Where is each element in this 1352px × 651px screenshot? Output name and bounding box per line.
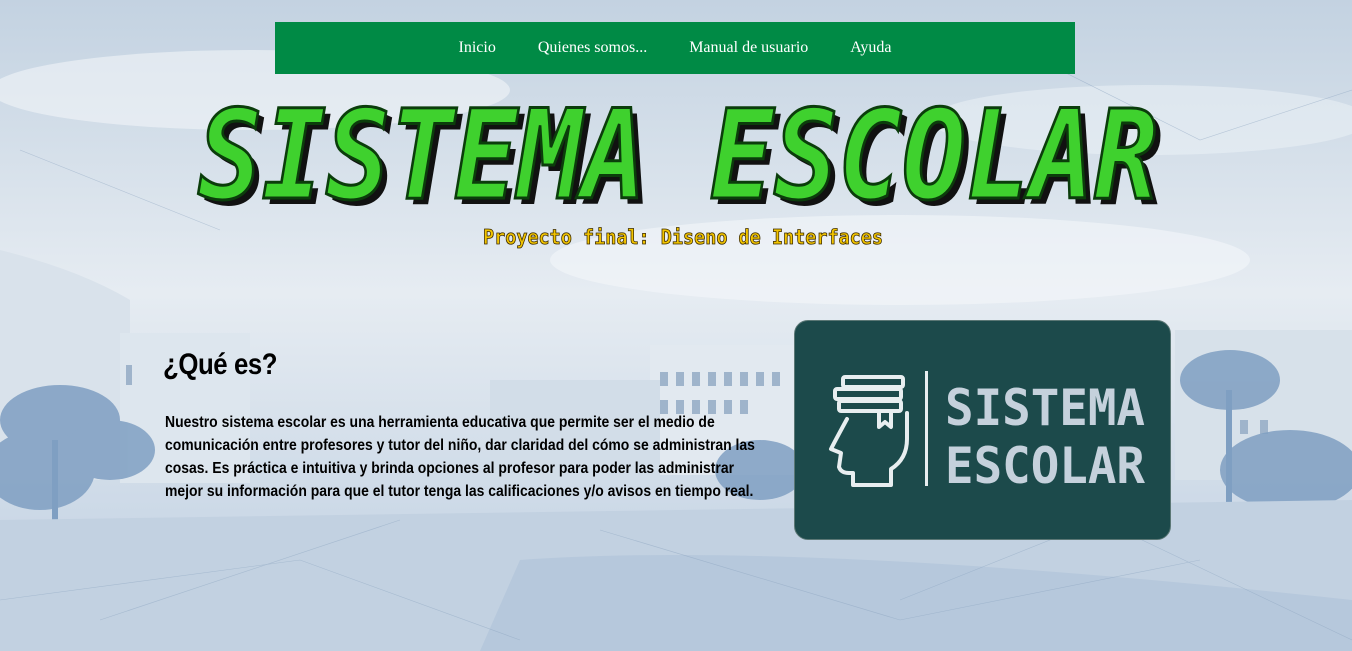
logo-line-1: SISTEMA [945, 379, 1145, 437]
nav-link-ayuda[interactable]: Ayuda [850, 39, 891, 57]
hero-subtitle: Proyecto final: Diseno de Interfaces [483, 225, 884, 250]
about-description: Nuestro sistema escolar es una herramien… [165, 414, 755, 500]
sistema-escolar-logo: SISTEMA ESCOLAR [794, 320, 1171, 540]
hero-title: SISTEMA ESCOLAR SISTEMA ESCOLAR [197, 98, 1165, 218]
hero-subtitle-text: Proyecto final: Diseno de Interfaces [483, 225, 883, 249]
about-heading: ¿Qué es? [163, 348, 278, 381]
nav-link-inicio[interactable]: Inicio [459, 39, 496, 57]
logo-line-2: ESCOLAR [945, 437, 1146, 495]
hero-title-text: SISTEMA ESCOLAR [198, 98, 1158, 218]
nav-link-quienes-somos[interactable]: Quienes somos... [538, 39, 647, 57]
head-with-books-icon: SISTEMA ESCOLAR [829, 371, 1146, 495]
main-navbar: Inicio Quienes somos... Manual de usuari… [275, 22, 1075, 74]
nav-link-manual-usuario[interactable]: Manual de usuario [689, 39, 808, 57]
